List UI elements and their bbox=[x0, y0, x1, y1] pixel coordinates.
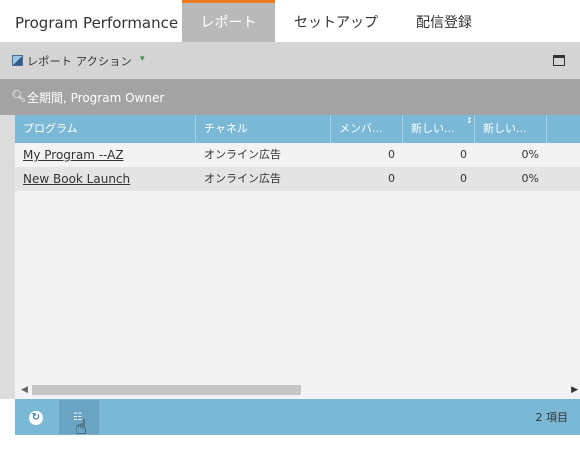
report-toolbar: レポート アクション ▾ bbox=[0, 42, 580, 79]
column-header-new-1[interactable]: 新しい... bbox=[403, 115, 475, 143]
members-cell: 0 bbox=[388, 172, 395, 185]
channel-cell: オンライン広告 bbox=[204, 172, 281, 185]
table-row[interactable]: My Program --AZ オンライン広告 0 0 0% bbox=[15, 143, 580, 167]
refresh-icon[interactable]: ↻ bbox=[29, 411, 43, 425]
chevron-down-icon[interactable]: ▾ bbox=[140, 54, 145, 64]
tab-report[interactable]: レポート bbox=[182, 0, 275, 42]
channel-cell: オンライン広告 bbox=[204, 148, 281, 161]
column-header-program[interactable]: プログラム bbox=[15, 115, 196, 143]
new-2-cell: 0% bbox=[521, 172, 539, 185]
program-link[interactable]: New Book Launch bbox=[23, 167, 130, 191]
scroll-right-icon[interactable]: ▶ bbox=[571, 384, 578, 396]
grid-footer: ↻ ☷ ☝ 2 項目 bbox=[15, 399, 580, 439]
new-1-cell: 0 bbox=[460, 148, 467, 161]
page-bottom bbox=[0, 435, 580, 450]
left-strip bbox=[0, 115, 15, 399]
column-header-new-2[interactable]: 新しい... bbox=[475, 115, 547, 143]
tab-program-performance[interactable]: Program Performance bbox=[15, 0, 178, 42]
tab-bar: Program Performance レポート セットアップ 配信登録 bbox=[0, 0, 580, 42]
scroll-left-icon[interactable]: ◀ bbox=[21, 384, 28, 396]
program-link[interactable]: My Program --AZ bbox=[23, 143, 124, 167]
table-header: プログラム チャネル メンバ... 新しい... 新しい... ↕ bbox=[15, 115, 580, 143]
window-icon[interactable] bbox=[553, 55, 565, 66]
filter-icon[interactable]: 🔍︎ bbox=[11, 89, 26, 103]
tab-subscriptions[interactable]: 配信登録 bbox=[416, 0, 472, 42]
scrollbar-thumb[interactable] bbox=[32, 385, 301, 395]
report-grid: プログラム チャネル メンバ... 新しい... 新しい... ↕ My Pro… bbox=[15, 115, 580, 399]
column-header-members[interactable]: メンバ... bbox=[331, 115, 403, 143]
filter-summary[interactable]: 全期間, Program Owner bbox=[27, 89, 164, 106]
item-count: 2 項目 bbox=[535, 411, 569, 424]
filter-bar: 🔍︎ 全期間, Program Owner bbox=[0, 79, 580, 115]
new-2-cell: 0% bbox=[521, 148, 539, 161]
report-actions-menu[interactable]: レポート アクション bbox=[27, 53, 132, 69]
tab-setup[interactable]: セットアップ bbox=[294, 0, 378, 42]
horizontal-scrollbar[interactable]: ◀ ▶ bbox=[15, 384, 580, 396]
new-1-cell: 0 bbox=[460, 172, 467, 185]
report-icon bbox=[12, 55, 23, 66]
sort-icon: ↕ bbox=[466, 116, 473, 125]
table-row[interactable]: New Book Launch オンライン広告 0 0 0% bbox=[15, 167, 580, 191]
members-cell: 0 bbox=[388, 148, 395, 161]
column-header-channel[interactable]: チャネル bbox=[196, 115, 331, 143]
